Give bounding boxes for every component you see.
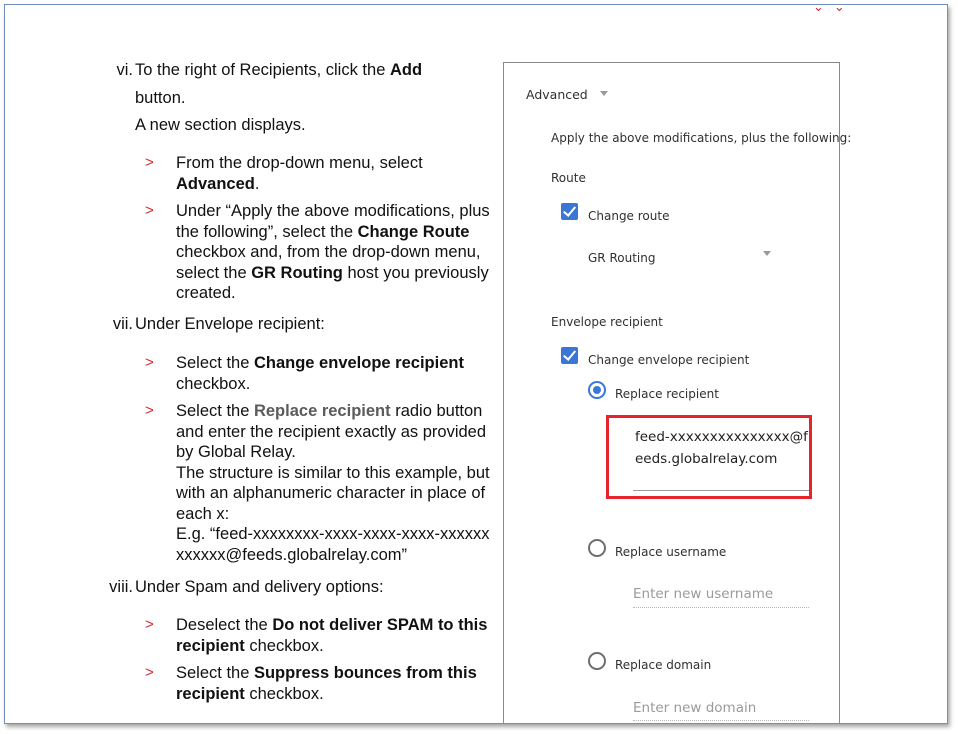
- replace-domain-radio[interactable]: [588, 652, 606, 670]
- step-text: To the right of Recipients, click the Ad…: [135, 61, 423, 134]
- change-envelope-checkbox[interactable]: [561, 347, 578, 364]
- caret-down-icon: [763, 251, 771, 256]
- recipient-input[interactable]: feed-xxxxxxxxxxxxxxx@feeds.globalrelay.c…: [635, 426, 813, 470]
- replace-recipient-label: Replace recipient: [615, 387, 719, 401]
- document-page: ⌄⌄ vi. To the right of Recipients, click…: [4, 4, 948, 724]
- route-heading: Route: [551, 171, 586, 185]
- corner-mark: ⌄⌄: [813, 4, 855, 14]
- input-underline: [633, 720, 809, 721]
- input-underline: [633, 490, 809, 491]
- apply-text: Apply the above modifications, plus the …: [551, 131, 852, 145]
- caret-down-icon: [599, 91, 608, 96]
- step-number: vii.: [112, 315, 133, 333]
- step-number: vi.: [116, 61, 134, 79]
- change-envelope-label: Change envelope recipient: [588, 353, 750, 367]
- highlight-box: feed-xxxxxxxxxxxxxxx@feeds.globalrelay.c…: [606, 415, 812, 499]
- replace-recipient-radio[interactable]: [588, 381, 606, 399]
- replace-domain-label: Replace domain: [615, 658, 712, 672]
- options-dropdown[interactable]: Advanced: [526, 87, 608, 102]
- route-select[interactable]: GR Routing: [588, 251, 655, 265]
- change-route-checkbox[interactable]: [561, 203, 578, 220]
- domain-input[interactable]: Enter new domain: [633, 700, 756, 716]
- step-number: viii.: [109, 578, 133, 596]
- bullet-chevron-icon: >: [145, 154, 154, 171]
- bullet-chevron-icon: >: [145, 354, 154, 371]
- bullet-chevron-icon: >: [145, 202, 154, 219]
- instructions-column: vi. To the right of Recipients, click th…: [5, 5, 505, 723]
- envelope-heading: Envelope recipient: [551, 315, 663, 329]
- replace-username-label: Replace username: [615, 545, 727, 559]
- input-underline: [633, 607, 809, 608]
- bullet-chevron-icon: >: [145, 664, 154, 681]
- username-input[interactable]: Enter new username: [633, 586, 773, 602]
- settings-panel: Advanced Apply the above modifications, …: [503, 62, 851, 723]
- bullet-chevron-icon: >: [145, 402, 154, 419]
- bullet-chevron-icon: >: [145, 616, 154, 633]
- replace-username-radio[interactable]: [588, 539, 606, 557]
- change-route-label: Change route: [588, 209, 670, 223]
